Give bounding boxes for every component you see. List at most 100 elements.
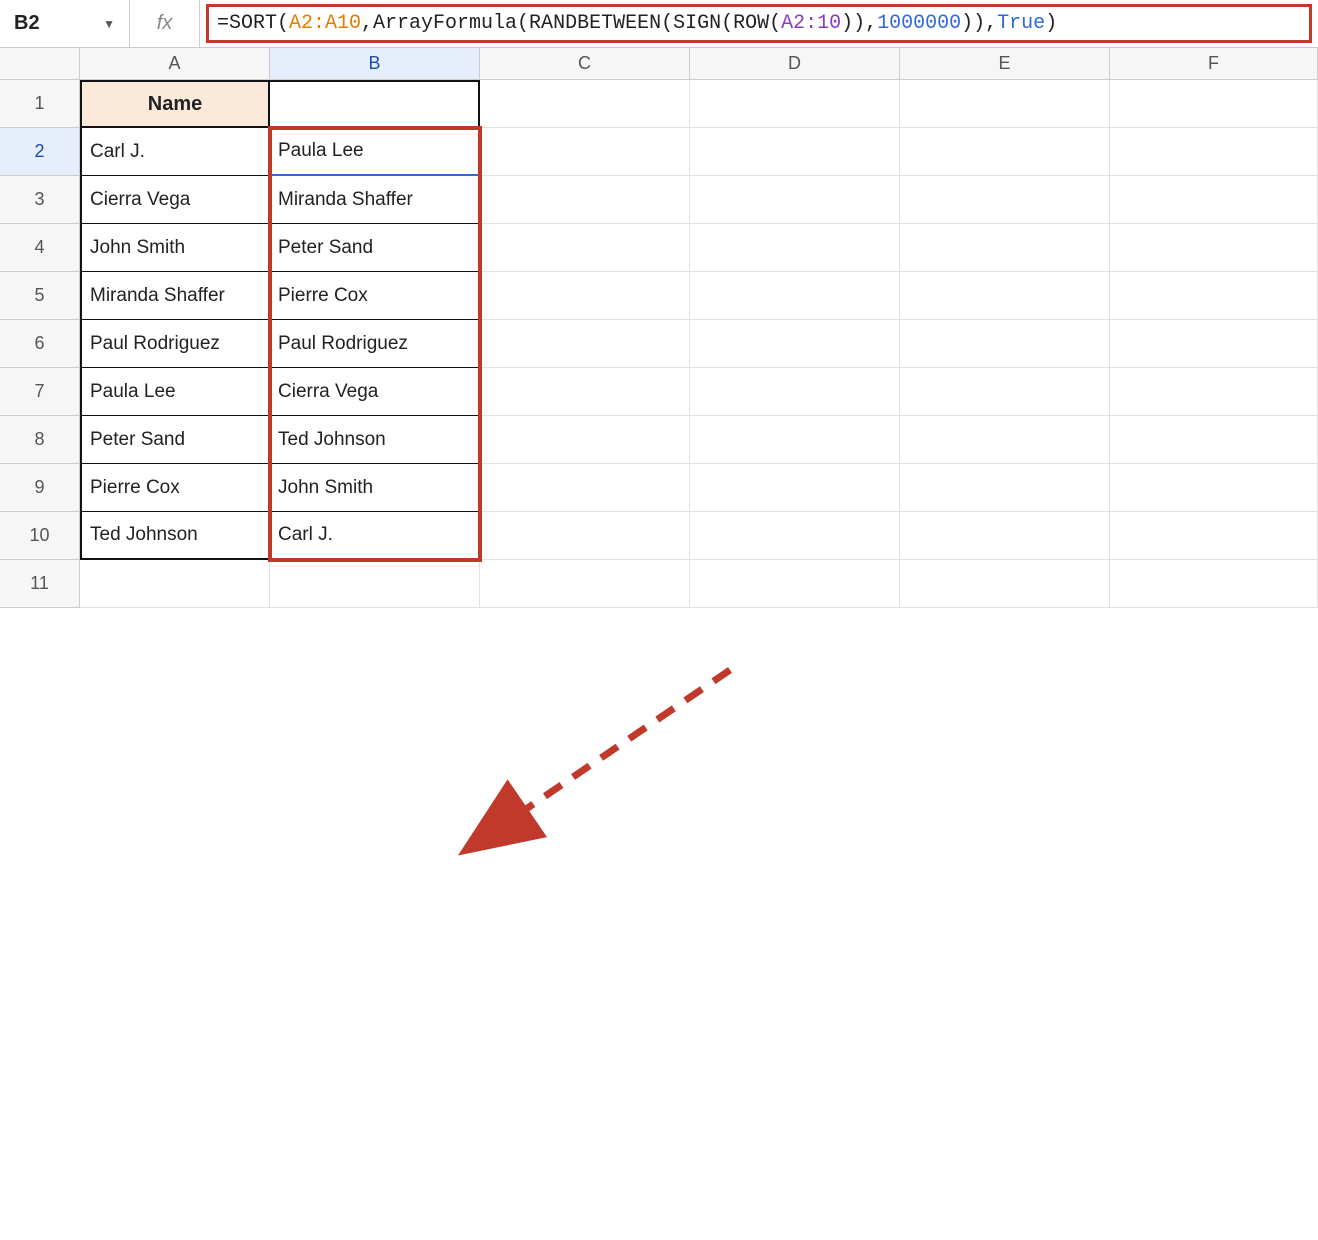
cell-A10[interactable]: Ted Johnson	[80, 512, 270, 560]
cell-D7[interactable]	[690, 368, 900, 416]
row-header-8[interactable]: 8	[0, 416, 80, 464]
column-header-d[interactable]: D	[690, 48, 900, 80]
cell-B7[interactable]: Cierra Vega	[270, 368, 480, 416]
cell-E6[interactable]	[900, 320, 1110, 368]
cell-F4[interactable]	[1110, 224, 1318, 272]
select-all-corner[interactable]	[0, 48, 80, 80]
spreadsheet-grid: ABCDEF 1Name2Carl J.Paula Lee3Cierra Veg…	[0, 48, 1318, 608]
cell-B5[interactable]: Pierre Cox	[270, 272, 480, 320]
cell-D3[interactable]	[690, 176, 900, 224]
cell-B1[interactable]	[270, 80, 480, 128]
row-header-5[interactable]: 5	[0, 272, 80, 320]
cell-D11[interactable]	[690, 560, 900, 608]
cell-B2[interactable]: Paula Lee	[270, 128, 480, 176]
cell-B6[interactable]: Paul Rodriguez	[270, 320, 480, 368]
row-header-11[interactable]: 11	[0, 560, 80, 608]
cell-C7[interactable]	[480, 368, 690, 416]
formula-token: A2:10	[781, 12, 841, 35]
name-box[interactable]: B2 ▼	[0, 0, 130, 47]
cell-E7[interactable]	[900, 368, 1110, 416]
cell-F6[interactable]	[1110, 320, 1318, 368]
cell-E1[interactable]	[900, 80, 1110, 128]
row-8: 8Peter SandTed Johnson	[0, 416, 1318, 464]
cell-B4[interactable]: Peter Sand	[270, 224, 480, 272]
row-header-9[interactable]: 9	[0, 464, 80, 512]
cell-C11[interactable]	[480, 560, 690, 608]
cell-B10[interactable]: Carl J.	[270, 512, 480, 560]
cell-B3[interactable]: Miranda Shaffer	[270, 176, 480, 224]
cell-A8[interactable]: Peter Sand	[80, 416, 270, 464]
column-header-c[interactable]: C	[480, 48, 690, 80]
cell-A6[interactable]: Paul Rodriguez	[80, 320, 270, 368]
column-header-b[interactable]: B	[270, 48, 480, 80]
fx-icon[interactable]: fx	[130, 0, 200, 47]
row-6: 6Paul RodriguezPaul Rodriguez	[0, 320, 1318, 368]
row-header-6[interactable]: 6	[0, 320, 80, 368]
row-5: 5Miranda ShafferPierre Cox	[0, 272, 1318, 320]
cell-A7[interactable]: Paula Lee	[80, 368, 270, 416]
row-header-3[interactable]: 3	[0, 176, 80, 224]
cell-E4[interactable]	[900, 224, 1110, 272]
row-header-7[interactable]: 7	[0, 368, 80, 416]
cell-E11[interactable]	[900, 560, 1110, 608]
cell-F10[interactable]	[1110, 512, 1318, 560]
cell-A3[interactable]: Cierra Vega	[80, 176, 270, 224]
cell-D4[interactable]	[690, 224, 900, 272]
formula-input[interactable]: =SORT(A2:A10,ArrayFormula(RANDBETWEEN(SI…	[206, 4, 1312, 43]
cell-D1[interactable]	[690, 80, 900, 128]
cell-C9[interactable]	[480, 464, 690, 512]
cell-D9[interactable]	[690, 464, 900, 512]
row-header-2[interactable]: 2	[0, 128, 80, 176]
cell-F1[interactable]	[1110, 80, 1318, 128]
cell-E10[interactable]	[900, 512, 1110, 560]
name-box-dropdown-icon[interactable]: ▼	[103, 17, 115, 31]
column-header-e[interactable]: E	[900, 48, 1110, 80]
formula-token: True	[997, 12, 1045, 35]
cell-A11[interactable]	[80, 560, 270, 608]
cell-E8[interactable]	[900, 416, 1110, 464]
formula-token: )	[1045, 12, 1057, 35]
cell-D10[interactable]	[690, 512, 900, 560]
cell-D5[interactable]	[690, 272, 900, 320]
column-header-f[interactable]: F	[1110, 48, 1318, 80]
row-header-1[interactable]: 1	[0, 80, 80, 128]
cell-F3[interactable]	[1110, 176, 1318, 224]
cell-F2[interactable]	[1110, 128, 1318, 176]
cell-C6[interactable]	[480, 320, 690, 368]
formula-token: =SORT(	[217, 12, 289, 35]
cell-C8[interactable]	[480, 416, 690, 464]
cell-A5[interactable]: Miranda Shaffer	[80, 272, 270, 320]
cell-B9[interactable]: John Smith	[270, 464, 480, 512]
cell-D6[interactable]	[690, 320, 900, 368]
cell-B8[interactable]: Ted Johnson	[270, 416, 480, 464]
cell-C1[interactable]	[480, 80, 690, 128]
cell-A1[interactable]: Name	[80, 80, 270, 128]
row-2: 2Carl J.Paula Lee	[0, 128, 1318, 176]
cell-C10[interactable]	[480, 512, 690, 560]
cell-A9[interactable]: Pierre Cox	[80, 464, 270, 512]
cell-D2[interactable]	[690, 128, 900, 176]
row-11: 11	[0, 560, 1318, 608]
cell-E9[interactable]	[900, 464, 1110, 512]
formula-bar: B2 ▼ fx =SORT(A2:A10,ArrayFormula(RANDBE…	[0, 0, 1318, 48]
cell-B11[interactable]	[270, 560, 480, 608]
row-header-10[interactable]: 10	[0, 512, 80, 560]
cell-E2[interactable]	[900, 128, 1110, 176]
cell-E5[interactable]	[900, 272, 1110, 320]
cell-F5[interactable]	[1110, 272, 1318, 320]
row-1: 1Name	[0, 80, 1318, 128]
row-header-4[interactable]: 4	[0, 224, 80, 272]
cell-F11[interactable]	[1110, 560, 1318, 608]
cell-D8[interactable]	[690, 416, 900, 464]
cell-F8[interactable]	[1110, 416, 1318, 464]
column-header-a[interactable]: A	[80, 48, 270, 80]
cell-C3[interactable]	[480, 176, 690, 224]
cell-C5[interactable]	[480, 272, 690, 320]
cell-F7[interactable]	[1110, 368, 1318, 416]
cell-C4[interactable]	[480, 224, 690, 272]
cell-E3[interactable]	[900, 176, 1110, 224]
cell-C2[interactable]	[480, 128, 690, 176]
cell-A4[interactable]: John Smith	[80, 224, 270, 272]
cell-A2[interactable]: Carl J.	[80, 128, 270, 176]
cell-F9[interactable]	[1110, 464, 1318, 512]
